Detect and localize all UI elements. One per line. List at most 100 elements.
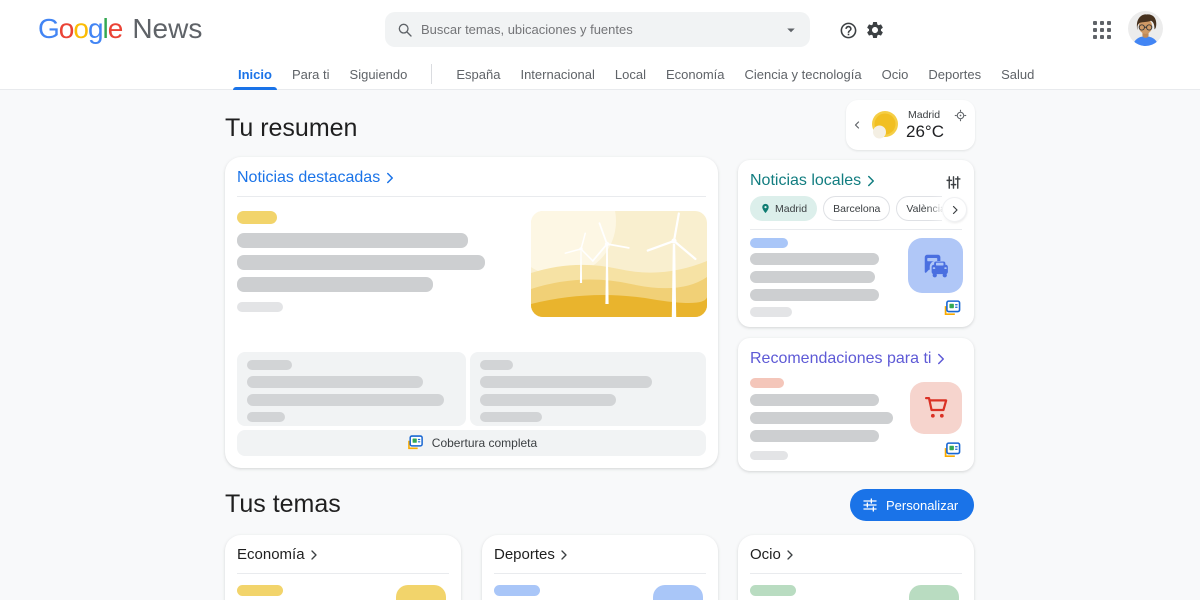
topic-card-deportes: Deportes [482,535,718,600]
shopping-cart-icon [924,396,948,418]
full-coverage-icon [407,435,423,450]
local-news-title[interactable]: Noticias locales [750,172,880,190]
skeleton-thumbnail [909,585,959,600]
local-news-title-label: Noticias locales [750,172,862,189]
topic-card-ocio: Ocio [738,535,974,600]
featured-news-title[interactable]: Noticias destacadas [237,169,399,187]
full-coverage-label: Cobertura completa [431,436,538,450]
chevron-left-icon[interactable] [851,118,863,132]
topic-title[interactable]: Economía [237,546,322,563]
related-story-skeleton [237,352,466,426]
skeleton-bar [247,360,292,370]
help-button[interactable] [836,18,860,42]
weather-widget[interactable]: Madrid 26°C [846,100,975,150]
tab-internacional[interactable]: Internacional [520,58,594,90]
apps-grid-button[interactable] [1092,20,1112,40]
tab-deportes[interactable]: Deportes [928,58,981,90]
recommendations-title[interactable]: Recomendaciones para ti [750,350,950,368]
search-input[interactable] [421,22,782,37]
local-news-card: Noticias locales Madrid Barcelona Valènc… [738,160,974,327]
more-chips-button[interactable] [942,197,967,222]
skeleton-tag [750,378,784,388]
logo-product-name: News [132,13,203,44]
personalize-button[interactable]: Personalizar [850,489,975,521]
logo-letter: G [38,13,60,44]
logo-letter: e [107,13,124,44]
skeleton-timestamp [750,307,792,317]
city-chips: Madrid Barcelona València [750,196,942,221]
bus-and-car-icon [924,254,948,277]
skeleton-tag [750,238,788,248]
traffic-illustration [908,238,963,293]
skeleton-bar [480,376,652,388]
google-news-logo[interactable]: G o o g l e News [38,13,202,45]
divider [237,573,449,574]
search-bar[interactable] [385,12,810,47]
related-story-skeleton [470,352,706,426]
search-icon [398,23,412,37]
chip-label: València [906,202,942,215]
featured-news-card: Noticias destacadas Cobertura completa [225,157,718,468]
location-pin-icon [762,203,769,214]
avatar-icon [1128,11,1163,46]
topic-title[interactable]: Deportes [494,546,572,563]
summary-title: Tu resumen [225,114,358,142]
topics-title: Tus temas [225,490,341,518]
full-coverage-button[interactable]: Cobertura completa [237,430,706,456]
skeleton-bar [750,394,879,406]
sun-icon [872,111,898,139]
chevron-right-icon [310,549,317,560]
chip-madrid[interactable]: Madrid [750,196,818,221]
chip-valencia[interactable]: València [896,196,942,221]
dropdown-caret-icon[interactable] [782,21,800,39]
tab-espana[interactable]: España [456,58,500,90]
featured-news-title-label: Noticias destacadas [237,169,381,186]
skeleton-bar [750,253,879,265]
topic-card-economia: Economía [225,535,461,600]
recommendations-card: Recomendaciones para ti [738,338,974,471]
full-coverage-mini-button[interactable] [942,442,962,464]
tune-icon [863,498,877,512]
full-coverage-mini-button[interactable] [942,300,962,322]
tune-icon[interactable] [945,174,962,191]
skeleton-bar [237,233,468,248]
skeleton-bar [247,376,423,388]
my-location-icon[interactable] [954,109,967,122]
skeleton-bar [237,277,433,292]
skeleton-tag [237,211,277,224]
chip-label: Madrid [775,202,808,215]
header: G o o g l e News Buscar temas, ubicacion… [0,0,1200,90]
topic-title-label: Economía [237,546,305,563]
chevron-right-icon [938,353,945,365]
tab-para-ti[interactable]: Para ti [292,58,330,90]
tab-economia[interactable]: Economía [666,58,725,90]
recommendations-title-label: Recomendaciones para ti [750,350,932,367]
tab-ocio[interactable]: Ocio [882,58,909,90]
tab-inicio[interactable]: Inicio [233,58,277,90]
skeleton-bar [247,394,444,406]
personalize-label: Personalizar [886,497,959,513]
tab-siguiendo[interactable]: Siguiendo [350,58,408,90]
topic-title[interactable]: Ocio [750,546,798,563]
tab-salud[interactable]: Salud [1001,58,1034,90]
chevron-right-icon [387,172,394,184]
chip-barcelona[interactable]: Barcelona [823,196,891,221]
logo-letter: g [87,13,104,44]
skeleton-bar [247,412,285,422]
settings-button[interactable] [863,18,887,42]
skeleton-bar [480,394,616,406]
logo-letter: o [73,13,89,44]
weather-city: Madrid [908,109,941,121]
help-icon [840,22,856,38]
nav-tabs: Inicio Para ti Siguiendo España Internac… [233,58,1034,90]
account-avatar[interactable] [1128,11,1163,46]
shopping-illustration [910,382,962,434]
skeleton-timestamp [237,302,283,312]
tabs-divider [431,64,433,84]
skeleton-thumbnail [653,585,703,600]
tab-ciencia-y-tecnologia[interactable]: Ciencia y tecnología [745,58,862,90]
topic-title-label: Deportes [494,546,555,563]
skeleton-thumbnail [396,585,446,600]
skeleton-tag [750,585,796,596]
tab-local[interactable]: Local [615,58,646,90]
